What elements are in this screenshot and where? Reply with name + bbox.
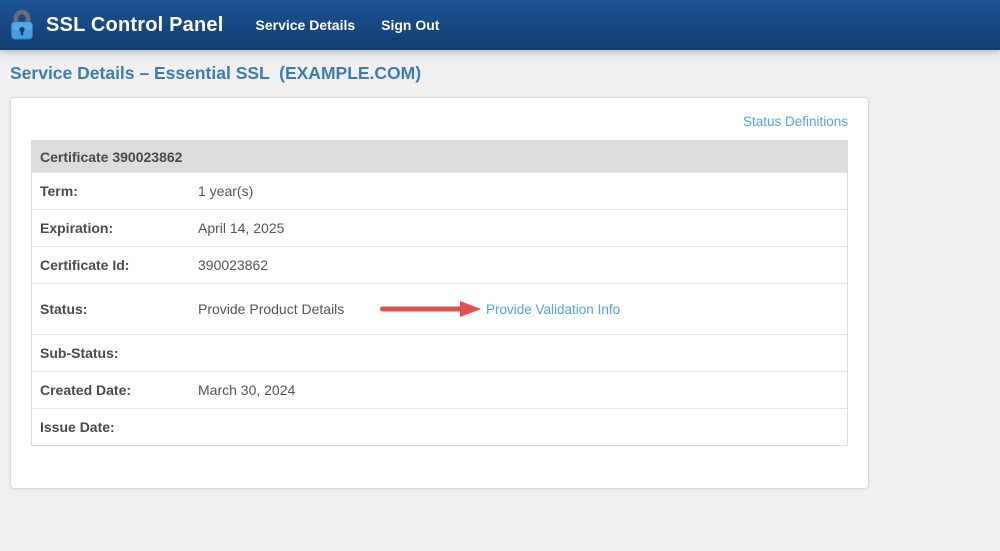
row-label: Created Date: — [40, 382, 132, 398]
lock-icon — [9, 9, 35, 41]
certificate-table: Certificate 390023862 Term: 1 year(s) Ex… — [31, 140, 848, 446]
table-row-term: Term: 1 year(s) — [32, 172, 847, 209]
panel-toolbar: Status Definitions — [31, 113, 848, 131]
row-label: Term: — [40, 183, 78, 199]
table-row-expiration: Expiration: April 14, 2025 — [32, 209, 847, 246]
table-row-issue-date: Issue Date: — [32, 408, 847, 445]
app-title: SSL Control Panel — [46, 13, 224, 36]
row-label: Sub-Status: — [40, 345, 119, 361]
page-title: Service Details – Essential SSL (EXAMPLE… — [10, 63, 422, 83]
row-label: Certificate Id: — [40, 257, 130, 273]
top-nav-links: Service Details Sign Out — [256, 17, 440, 33]
row-value: April 14, 2025 — [198, 220, 285, 236]
red-annotation-arrow-icon — [380, 301, 481, 317]
status-value-group: Provide Product Details Provide Validati… — [198, 301, 847, 317]
certificate-table-header: Certificate 390023862 — [32, 141, 847, 172]
nav-sign-out[interactable]: Sign Out — [381, 17, 439, 33]
row-label: Status: — [40, 301, 88, 317]
nav-service-details[interactable]: Service Details — [256, 17, 356, 33]
row-value: 1 year(s) — [198, 183, 254, 199]
provide-validation-info-link[interactable]: Provide Validation Info — [486, 302, 620, 317]
table-row-status: Status: Provide Product Details Provide … — [32, 283, 847, 334]
row-value: 390023862 — [198, 257, 269, 273]
service-details-panel: Status Definitions Certificate 390023862… — [10, 97, 869, 489]
status-definitions-link[interactable]: Status Definitions — [743, 114, 848, 129]
row-label: Issue Date: — [40, 419, 115, 435]
row-value: March 30, 2024 — [198, 382, 296, 398]
page-body: Service Details – Essential SSL (EXAMPLE… — [0, 50, 1000, 551]
row-value: Provide Product Details — [198, 301, 345, 317]
row-label: Expiration: — [40, 220, 114, 236]
table-row-certificate-id: Certificate Id: 390023862 — [32, 246, 847, 283]
top-navigation-bar: SSL Control Panel Service Details Sign O… — [0, 0, 1000, 50]
table-row-created-date: Created Date: March 30, 2024 — [32, 371, 847, 408]
table-row-sub-status: Sub-Status: — [32, 334, 847, 371]
